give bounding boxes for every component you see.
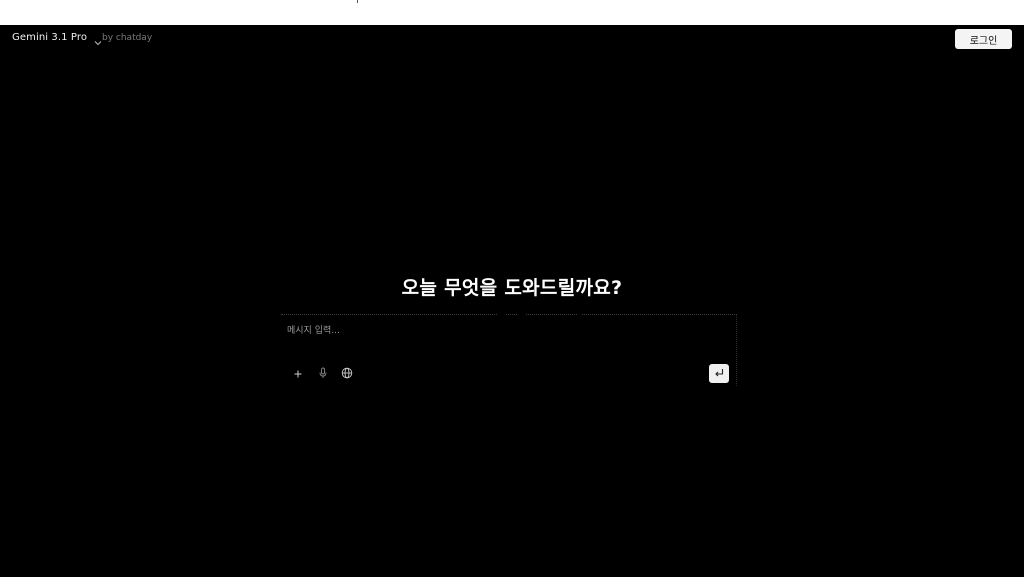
model-selector[interactable]: Gemini 3.1 Pro [12, 32, 103, 45]
login-button[interactable]: 로그인 [955, 29, 1012, 49]
header-bar: Gemini 3.1 Pro by chatday 로그인 [0, 25, 1024, 53]
byline: by chatday [102, 33, 153, 43]
web-search-button[interactable] [340, 367, 354, 381]
border-gap [497, 314, 505, 315]
globe-icon [341, 367, 353, 382]
border-gap [517, 314, 525, 315]
plus-icon [293, 367, 303, 382]
attach-button[interactable] [291, 367, 305, 381]
microphone-icon [318, 367, 328, 382]
message-input[interactable] [287, 321, 707, 341]
browser-top-strip [0, 0, 1024, 25]
app-root: Gemini 3.1 Pro by chatday 로그인 오늘 무엇을 도와드… [0, 25, 1024, 577]
greeting-heading: 오늘 무엇을 도와드릴까요? [401, 277, 623, 299]
model-name: Gemini 3.1 Pro [12, 32, 88, 43]
strip-mark [357, 0, 358, 3]
border-gap [577, 314, 581, 315]
voice-button[interactable] [316, 367, 330, 381]
enter-return-icon [713, 364, 725, 383]
send-button[interactable] [709, 364, 729, 383]
message-composer [281, 314, 737, 386]
